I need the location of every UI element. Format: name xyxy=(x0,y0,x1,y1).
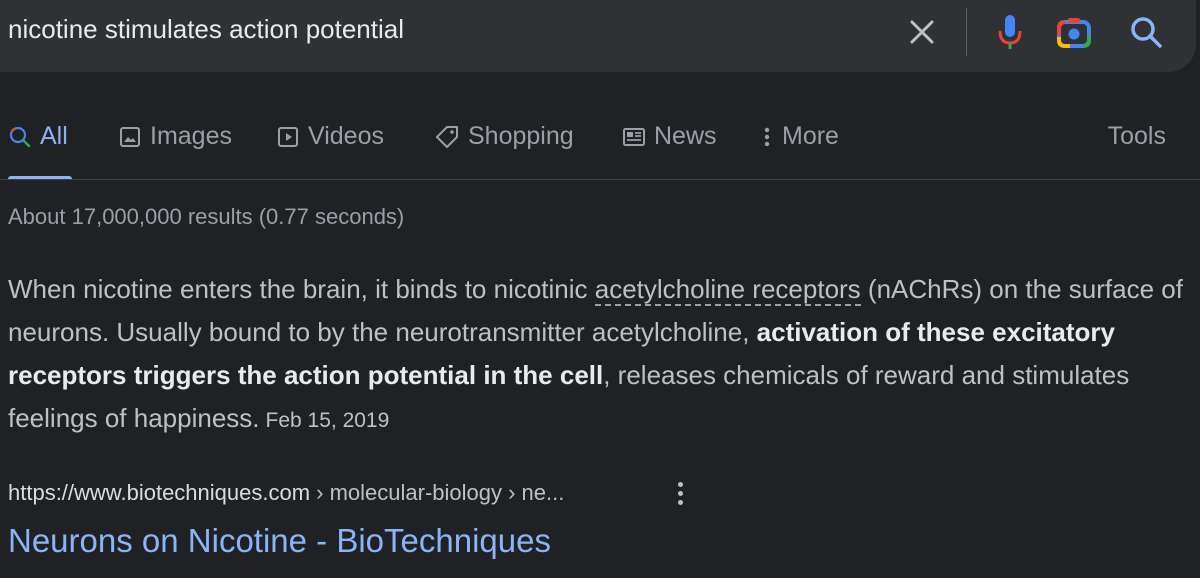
newspaper-icon xyxy=(623,127,645,146)
result-stats: About 17,000,000 results (0.77 seconds) xyxy=(8,204,405,229)
tab-videos[interactable]: Videos xyxy=(276,122,384,151)
tab-images[interactable]: Images xyxy=(118,122,232,151)
mic-icon[interactable] xyxy=(990,10,1030,54)
snippet-term-link[interactable]: acetylcholine receptors xyxy=(594,274,861,306)
featured-snippet: When nicotine enters the brain, it binds… xyxy=(8,268,1188,442)
tab-label: All xyxy=(40,122,68,150)
tab-label: Videos xyxy=(308,122,384,150)
tab-news[interactable]: News xyxy=(622,122,717,151)
search-tabs: All Images Videos Shopping News More Too… xyxy=(0,118,1200,180)
result-url-domain: https://www.biotechniques.com xyxy=(8,480,311,505)
play-icon xyxy=(278,126,298,147)
tab-label: More xyxy=(782,122,839,150)
search-icon xyxy=(9,126,31,147)
tools-button[interactable]: Tools xyxy=(1108,122,1166,151)
result-url-breadcrumb: › molecular-biology › ne... xyxy=(310,480,565,505)
tab-label: Shopping xyxy=(468,122,574,150)
image-icon xyxy=(120,126,140,147)
tabs-divider xyxy=(0,179,1200,180)
more-vert-icon xyxy=(764,127,770,146)
search-icon[interactable] xyxy=(1126,10,1166,54)
tab-label: News xyxy=(654,122,717,150)
tab-label: Images xyxy=(150,122,232,150)
tab-more[interactable]: More xyxy=(760,122,839,151)
result-menu-icon[interactable] xyxy=(668,478,692,508)
search-input[interactable]: nicotine stimulates action potential xyxy=(8,14,404,45)
search-bar-divider xyxy=(966,8,967,56)
tag-icon xyxy=(436,125,458,148)
camera-icon[interactable] xyxy=(1054,10,1094,54)
close-icon[interactable] xyxy=(902,10,942,54)
snippet-date: Feb 15, 2019 xyxy=(265,409,390,432)
tab-shopping[interactable]: Shopping xyxy=(434,122,574,151)
tab-all[interactable]: All xyxy=(8,122,68,151)
snippet-text: When nicotine enters the brain, it binds… xyxy=(8,274,595,304)
result-url[interactable]: https://www.biotechniques.com › molecula… xyxy=(8,480,564,506)
result-title-link[interactable]: Neurons on Nicotine - BioTechniques xyxy=(8,522,551,560)
